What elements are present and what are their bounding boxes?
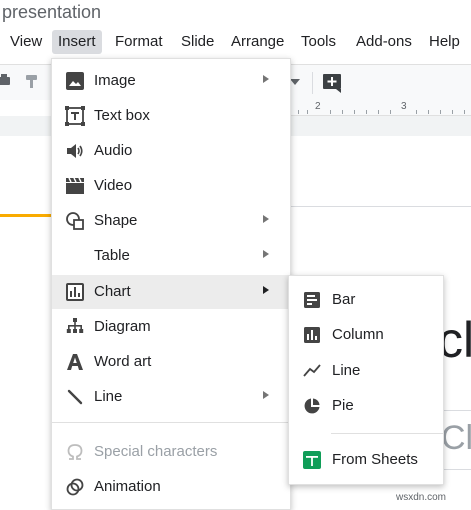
shape-icon	[65, 212, 85, 230]
document-title[interactable]: presentation	[2, 0, 101, 26]
ruler-mark-3: 3	[401, 101, 407, 112]
menu-item-video[interactable]: Video	[52, 169, 290, 203]
bar-chart-icon	[303, 292, 321, 308]
menu-item-label: Audio	[94, 142, 133, 159]
add-comment-icon[interactable]	[322, 73, 342, 93]
submenu-item-pie[interactable]: Pie	[289, 389, 443, 423]
menu-item-animation[interactable]: Animation	[52, 470, 290, 504]
menu-item-label: Special characters	[94, 443, 218, 460]
menu-format[interactable]: Format	[113, 32, 165, 54]
menu-item-line[interactable]: Line	[52, 380, 290, 414]
menu-separator	[52, 422, 290, 423]
menu-item-text-box[interactable]: Text box	[52, 99, 290, 133]
menu-item-label: Line	[94, 388, 123, 405]
submenu-item-label: Pie	[332, 397, 354, 414]
menu-item-shape[interactable]: Shape	[52, 204, 290, 238]
menu-item-audio[interactable]: Audio	[52, 134, 290, 168]
insert-menu: Image Text box Audio Video Shape Table C…	[51, 58, 291, 510]
menu-item-label: Chart	[94, 283, 131, 300]
menu-item-label: Word art	[94, 353, 152, 370]
menubar: View Insert Format Slide Arrange Tools A…	[0, 28, 471, 56]
menu-item-chart[interactable]: Chart	[52, 275, 290, 309]
menu-view[interactable]: View	[8, 32, 44, 54]
submenu-item-label: Column	[332, 326, 384, 343]
pie-chart-icon	[303, 398, 321, 414]
menu-item-table[interactable]: Table	[52, 239, 290, 273]
menu-item-word-art[interactable]: Word art	[52, 345, 290, 379]
submenu-item-label: From Sheets	[332, 451, 418, 468]
chart-icon	[65, 283, 85, 301]
menu-item-label: Diagram	[94, 318, 151, 335]
dropdown-arrow-icon[interactable]	[290, 72, 302, 92]
omega-icon	[65, 443, 85, 461]
toolbar-divider	[312, 72, 313, 94]
horizontal-ruler: 2 3	[290, 100, 471, 116]
menu-help[interactable]: Help	[427, 32, 462, 54]
sheets-icon	[303, 451, 321, 469]
word-art-icon	[65, 353, 85, 371]
menu-item-image[interactable]: Image	[52, 64, 290, 98]
watermark: wsxdn.com	[396, 492, 447, 503]
submenu-item-label: Bar	[332, 291, 356, 308]
slide-subtitle-text[interactable]: Cli	[441, 416, 471, 460]
menu-arrange[interactable]: Arrange	[229, 32, 286, 54]
menu-addons[interactable]: Add-ons	[354, 32, 414, 54]
animation-icon	[65, 478, 85, 496]
ruler-mark-2: 2	[315, 101, 321, 112]
menu-item-label: Shape	[94, 212, 138, 229]
line-chart-icon	[303, 363, 321, 379]
menu-slide[interactable]: Slide	[179, 32, 216, 54]
image-icon	[65, 72, 85, 90]
slide-divider	[290, 206, 471, 207]
diagram-icon	[65, 318, 85, 336]
audio-icon	[65, 142, 85, 160]
submenu-arrow-icon	[263, 75, 269, 83]
paint-format-icon[interactable]	[24, 74, 40, 90]
submenu-arrow-icon	[263, 250, 269, 258]
menu-item-label: Animation	[94, 478, 161, 495]
menu-item-label: Image	[94, 72, 136, 89]
menu-item-label: Table	[94, 247, 130, 264]
chart-submenu: Bar Column Line Pie From Sheets	[288, 275, 444, 485]
menu-item-special-characters: Special characters	[52, 435, 290, 469]
line-icon	[65, 388, 85, 406]
submenu-arrow-icon	[263, 286, 269, 294]
menu-item-label: Video	[94, 177, 133, 194]
submenu-arrow-icon	[263, 215, 269, 223]
submenu-item-label: Line	[332, 362, 361, 379]
menu-tools[interactable]: Tools	[299, 32, 338, 54]
video-icon	[65, 177, 85, 195]
column-chart-icon	[303, 327, 321, 343]
submenu-item-from-sheets[interactable]: From Sheets	[289, 443, 443, 477]
submenu-arrow-icon	[263, 391, 269, 399]
submenu-separator	[331, 433, 443, 434]
submenu-item-line[interactable]: Line	[289, 354, 443, 388]
menu-item-diagram[interactable]: Diagram	[52, 310, 290, 344]
submenu-item-bar[interactable]: Bar	[289, 283, 443, 317]
submenu-item-column[interactable]: Column	[289, 318, 443, 352]
menu-item-label: Text box	[94, 107, 150, 124]
text-box-icon	[65, 106, 85, 126]
menu-insert[interactable]: Insert	[52, 30, 102, 54]
